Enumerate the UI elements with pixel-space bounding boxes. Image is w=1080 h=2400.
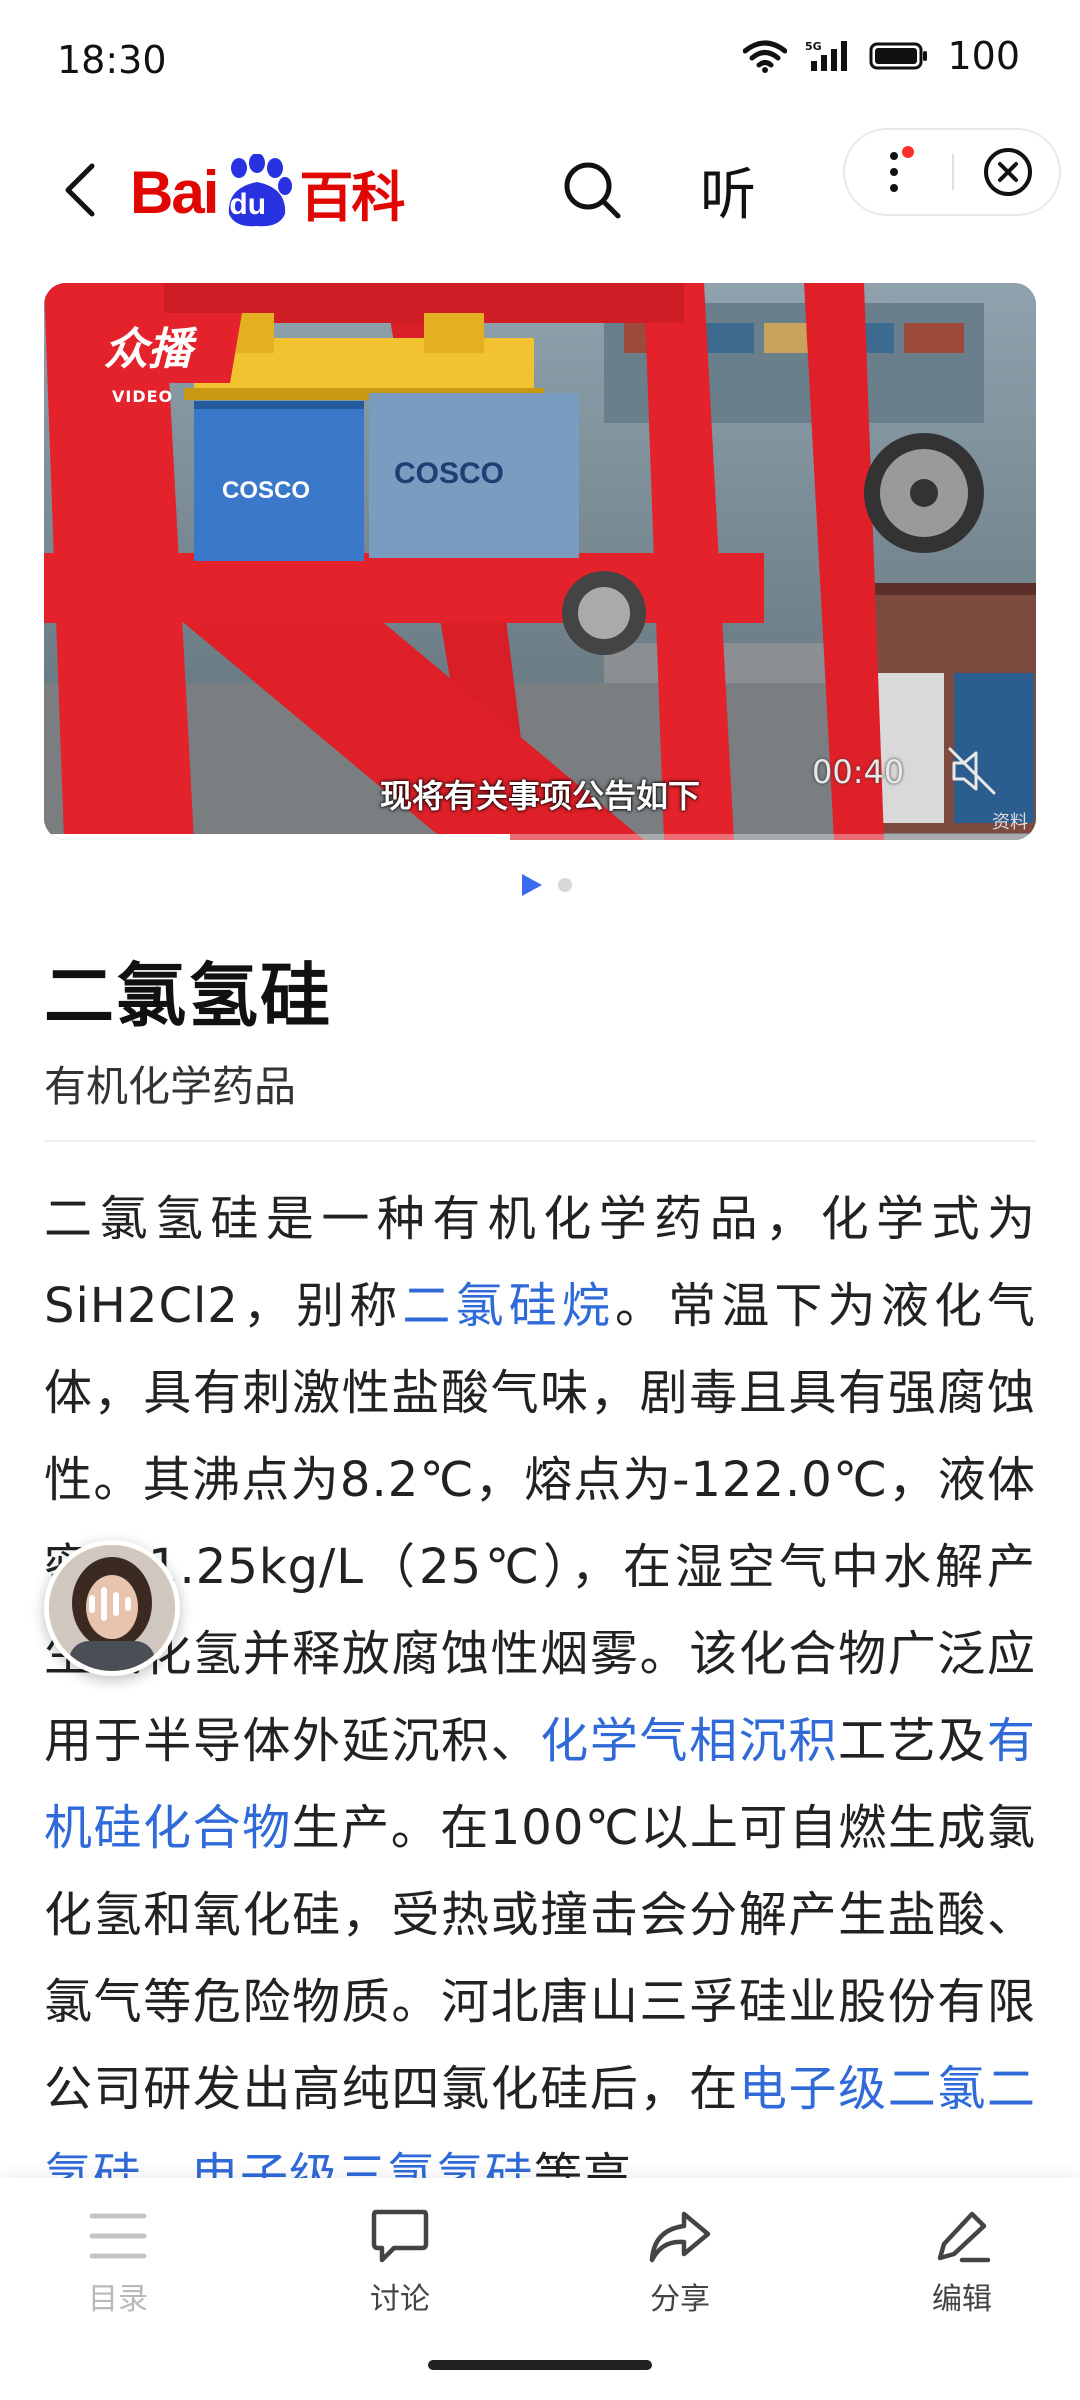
- more-vertical-icon: [890, 146, 914, 192]
- wifi-icon: [743, 40, 788, 73]
- baidu-baike-logo[interactable]: Bai du 百科: [130, 152, 405, 232]
- tab-edit-label: 编辑: [932, 2282, 992, 2317]
- video-player[interactable]: COSCO COSCO 众播 VIDEO 现将有关事项公告如下 00:40 资料: [44, 283, 1036, 840]
- divider: [44, 1140, 1036, 1142]
- tab-contents-label: 目录: [88, 2282, 148, 2317]
- status-bar: 18:30 5G 100: [0, 0, 1080, 120]
- link-dichlorosilane[interactable]: 二氯硅烷: [402, 1278, 615, 1334]
- close-circle-icon: [984, 148, 1032, 196]
- status-time: 18:30: [57, 38, 167, 82]
- capsule-divider: [952, 154, 954, 190]
- entry-summary: 二氯氢硅是一种有机化学药品，化学式为SiH2Cl2，别称二氯硅烷。常温下为液化气…: [44, 1176, 1036, 2178]
- video-progress-fill: [44, 834, 511, 840]
- logo-text-bai: Bai: [130, 158, 219, 226]
- network-type-label: 5G: [805, 40, 822, 53]
- summary-text: 、: [142, 2148, 192, 2178]
- search-icon: [564, 162, 621, 219]
- video-progress-bar[interactable]: [44, 834, 1036, 840]
- list-icon: [89, 2213, 147, 2259]
- logo-text-baike: 百科: [299, 165, 405, 229]
- summary-text: 工艺及: [838, 1713, 987, 1769]
- audio-narrator-avatar[interactable]: [44, 1540, 180, 1676]
- chevron-left-icon: [65, 163, 95, 217]
- mute-button[interactable]: [944, 743, 1000, 799]
- tab-edit[interactable]: 编辑: [862, 2208, 1062, 2328]
- paw-logo-icon: du: [219, 153, 295, 230]
- video-timestamp: 00:40: [812, 753, 905, 791]
- more-menu-button[interactable]: [865, 130, 935, 214]
- summary-text: 。常温下为液化气体，具有刺激性盐酸气味，剧毒且具有强腐蚀性。其沸点为8.2℃，熔…: [44, 1278, 1036, 1769]
- listen-button[interactable]: 听: [700, 148, 756, 232]
- tab-contents[interactable]: 目录: [18, 2208, 218, 2328]
- battery-level: 100: [947, 34, 1020, 78]
- back-button[interactable]: [52, 146, 106, 234]
- video-brand-sub: VIDEO: [112, 387, 174, 406]
- summary-text: 等高: [534, 2148, 633, 2178]
- tab-discuss[interactable]: 讨论: [300, 2208, 500, 2328]
- entry-title: 二氯氢硅: [44, 955, 332, 1037]
- mute-icon: [948, 747, 996, 795]
- entry-subtitle: 有机化学药品: [44, 1062, 297, 1111]
- video-source-label: 资料: [992, 812, 1028, 833]
- link-electronic-grade-trichlorosilane[interactable]: 电子级三氯氢硅: [191, 2148, 534, 2178]
- pager-dot[interactable]: [558, 878, 572, 892]
- logo-text-du: du: [229, 188, 267, 221]
- home-indicator[interactable]: [428, 2360, 652, 2370]
- chat-bubble-icon: [371, 2209, 429, 2263]
- video-brand-name: 众播: [104, 324, 192, 375]
- mini-program-capsule: [843, 128, 1061, 216]
- tab-share-label: 分享: [650, 2282, 710, 2317]
- search-button[interactable]: [560, 148, 624, 232]
- tab-discuss-label: 讨论: [370, 2282, 430, 2317]
- status-icons: 5G 100: [743, 34, 1020, 78]
- tab-share[interactable]: 分享: [580, 2208, 780, 2328]
- close-button[interactable]: [973, 130, 1043, 214]
- battery-icon: [869, 42, 928, 70]
- notification-dot: [902, 146, 914, 158]
- share-arrow-icon: [649, 2211, 711, 2263]
- audio-wave-icon: [89, 1587, 131, 1621]
- cellular-signal-icon: 5G: [805, 40, 848, 71]
- link-chemical-vapor-deposition[interactable]: 化学气相沉积: [540, 1713, 838, 1769]
- container-label-1: COSCO: [222, 477, 310, 504]
- pencil-icon: [937, 2211, 991, 2263]
- pager-video-indicator-icon[interactable]: [522, 874, 542, 896]
- media-pager: [0, 874, 1080, 896]
- svg-text:COSCO: COSCO: [394, 457, 504, 490]
- top-nav-bar: Bai du 百科 听: [0, 120, 1080, 260]
